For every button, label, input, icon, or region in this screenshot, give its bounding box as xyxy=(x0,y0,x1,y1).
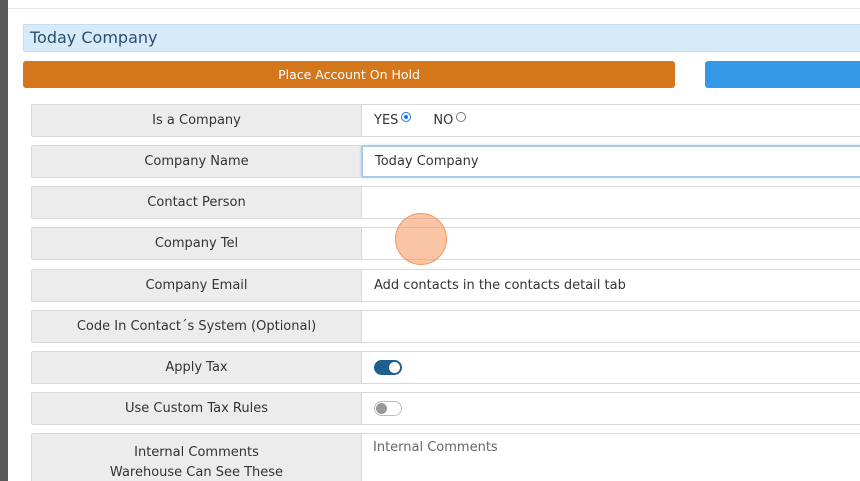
apply-tax-row: Apply Tax xyxy=(31,351,860,384)
contact-person-row: Contact Person xyxy=(31,186,860,219)
company-tel-row: Company Tel xyxy=(31,227,860,260)
company-tel-label: Company Tel xyxy=(32,228,362,259)
toggle-knob xyxy=(376,403,387,414)
yes-radio[interactable] xyxy=(401,111,412,122)
custom-tax-rules-toggle[interactable] xyxy=(374,401,402,416)
no-option-label: NO xyxy=(433,113,454,128)
custom-tax-rules-row: Use Custom Tax Rules xyxy=(31,392,860,425)
is-company-options: YES NO xyxy=(362,105,860,136)
internal-comments-label-line1: Internal Comments xyxy=(134,445,259,460)
contact-person-label: Contact Person xyxy=(32,187,362,218)
is-company-row: Is a Company YES NO xyxy=(31,104,860,137)
place-on-hold-button[interactable]: Place Account On Hold xyxy=(23,61,675,88)
company-email-note: Add contacts in the contacts detail tab xyxy=(374,278,626,293)
company-email-row: Company Email Add contacts in the contac… xyxy=(31,269,860,302)
internal-comments-label-line2: Warehouse Can See These xyxy=(109,465,284,480)
secondary-action-button[interactable] xyxy=(705,61,860,88)
company-name-row: Company Name xyxy=(31,145,860,178)
yes-option-label: YES xyxy=(374,113,399,128)
contact-person-field[interactable] xyxy=(362,187,860,218)
internal-comments-textarea[interactable] xyxy=(362,434,860,481)
title-bar: Today Company xyxy=(23,24,860,52)
top-strip xyxy=(8,0,860,9)
no-radio[interactable] xyxy=(456,111,467,122)
is-company-label: Is a Company xyxy=(32,105,362,136)
company-name-label: Company Name xyxy=(32,146,362,177)
contact-system-code-label: Code In Contact´s System (Optional) xyxy=(32,311,362,342)
apply-tax-label: Apply Tax xyxy=(32,352,362,383)
contact-system-code-field[interactable] xyxy=(362,311,860,342)
form-panel: Today Company Place Account On Hold Is a… xyxy=(8,0,860,481)
internal-comments-label: Internal Comments Warehouse Can See Thes… xyxy=(32,434,362,481)
toggle-knob xyxy=(389,362,400,373)
company-email-label: Company Email xyxy=(32,270,362,301)
company-tel-field[interactable] xyxy=(362,228,860,259)
contact-system-code-row: Code In Contact´s System (Optional) xyxy=(31,310,860,343)
company-name-input[interactable] xyxy=(362,146,860,177)
internal-comments-row: Internal Comments Warehouse Can See Thes… xyxy=(31,433,860,481)
apply-tax-toggle[interactable] xyxy=(374,360,402,375)
custom-tax-rules-label: Use Custom Tax Rules xyxy=(32,393,362,424)
page-title: Today Company xyxy=(30,28,158,47)
